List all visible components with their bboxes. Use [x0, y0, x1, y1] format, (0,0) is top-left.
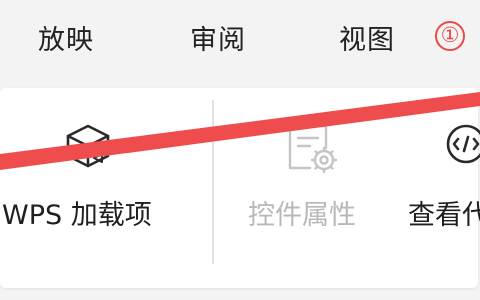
cube-icon[interactable] [60, 120, 116, 172]
screen: 放映 审阅 视图 ① WPS 加载项 控件属性 查看代 [0, 0, 480, 300]
menu-tab-slideshow[interactable]: 放映 [38, 18, 94, 57]
ribbon-panel [0, 88, 478, 288]
menu-tab-view[interactable]: 视图 [339, 18, 395, 57]
step-number-badge: ① [435, 21, 465, 51]
group-divider [212, 100, 214, 264]
wps-addins-label[interactable]: WPS 加载项 [2, 193, 152, 232]
code-icon[interactable] [442, 120, 480, 168]
form-settings-icon [284, 122, 340, 176]
ribbon-menu-bar: 放映 审阅 视图 ① [0, 0, 480, 82]
menu-tab-review[interactable]: 审阅 [190, 18, 246, 57]
view-code-label[interactable]: 查看代 [408, 193, 480, 232]
control-properties-label: 控件属性 [248, 200, 356, 231]
